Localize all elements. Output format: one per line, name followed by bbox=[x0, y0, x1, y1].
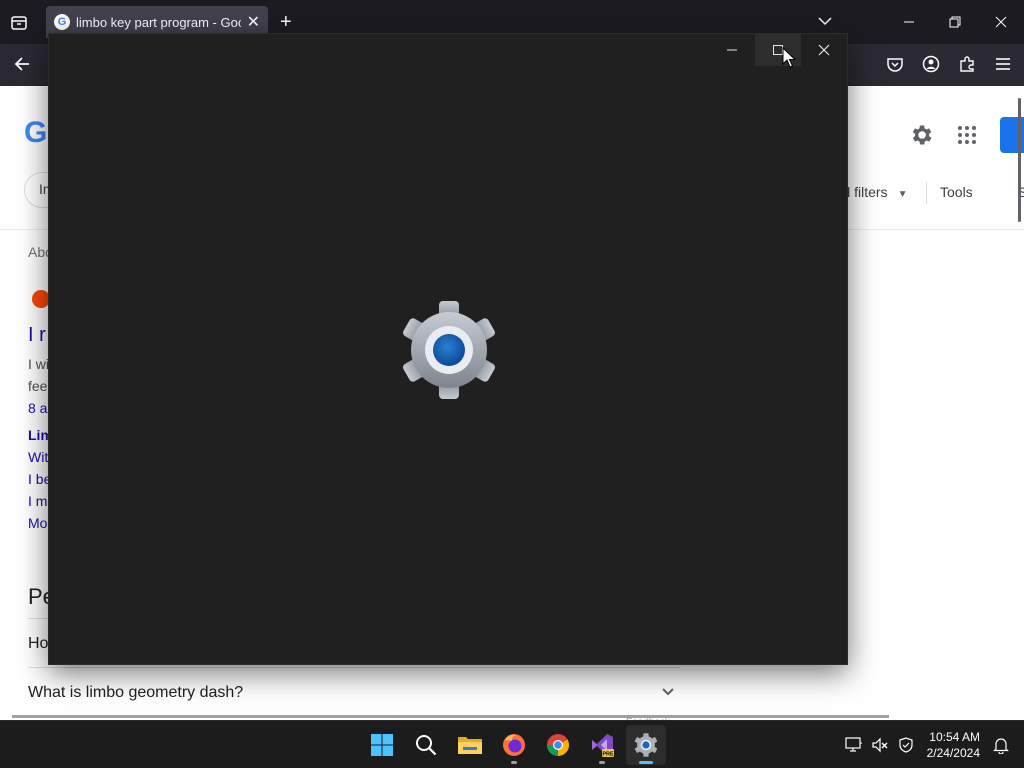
browser-window-controls bbox=[886, 0, 1024, 44]
toolbar-icons bbox=[884, 53, 1014, 75]
pocket-icon[interactable] bbox=[884, 53, 906, 75]
running-indicator bbox=[511, 761, 517, 764]
result-snippet-line: I wi bbox=[28, 356, 49, 372]
more-results-link[interactable]: Mo bbox=[28, 515, 47, 531]
sub-result-link[interactable]: I m bbox=[28, 493, 47, 509]
horizontal-scrollbar[interactable] bbox=[12, 715, 889, 718]
tools-button[interactable]: Tools bbox=[940, 184, 973, 200]
back-arrow-icon[interactable] bbox=[12, 54, 32, 79]
start-button[interactable] bbox=[362, 725, 402, 765]
result-date-link[interactable]: 8 a bbox=[28, 400, 47, 416]
mouse-cursor-icon bbox=[782, 47, 796, 68]
browser-minimize-button[interactable] bbox=[886, 0, 932, 44]
google-apps-grid-icon[interactable] bbox=[956, 124, 978, 151]
running-indicator bbox=[599, 761, 605, 764]
paa-divider bbox=[28, 667, 680, 668]
paa-question[interactable]: Ho bbox=[28, 635, 48, 653]
splash-window-controls bbox=[709, 34, 847, 66]
active-app-indicator bbox=[639, 761, 653, 764]
file-explorer-button[interactable] bbox=[450, 725, 490, 765]
chrome-button[interactable] bbox=[538, 725, 578, 765]
result-title-link[interactable]: I r bbox=[28, 324, 46, 347]
tab-close-button[interactable]: ✕ bbox=[247, 12, 260, 32]
volume-muted-icon[interactable] bbox=[867, 732, 893, 758]
visual-studio-icon: PRE bbox=[592, 734, 614, 758]
security-shield-icon[interactable] bbox=[893, 732, 919, 758]
splash-close-button[interactable] bbox=[801, 34, 847, 66]
clock[interactable]: 10:54 AM 2/24/2024 bbox=[927, 729, 980, 761]
browser-close-button[interactable] bbox=[978, 0, 1024, 44]
windows-start-icon bbox=[371, 734, 393, 756]
splash-minimize-button[interactable] bbox=[709, 34, 755, 66]
settings-gear-icon bbox=[403, 301, 495, 399]
notification-bell-icon[interactable] bbox=[988, 732, 1014, 758]
google-favicon-icon: G bbox=[54, 14, 70, 30]
settings-splash-window bbox=[48, 33, 848, 665]
firefox-icon bbox=[503, 734, 525, 756]
preview-badge: PRE bbox=[602, 752, 614, 758]
chevron-down-icon[interactable] bbox=[660, 684, 676, 705]
extensions-icon[interactable] bbox=[956, 53, 978, 75]
google-logo[interactable]: G bbox=[24, 116, 47, 150]
all-filters-label: ll filters bbox=[844, 184, 888, 200]
caret-down-icon: ▼ bbox=[897, 189, 908, 200]
browser-restore-button[interactable] bbox=[932, 0, 978, 44]
settings-app-button[interactable] bbox=[626, 725, 666, 765]
list-all-tabs-chevron-icon[interactable] bbox=[816, 12, 834, 35]
paa-question[interactable]: What is limbo geometry dash? bbox=[28, 684, 243, 702]
clock-time: 10:54 AM bbox=[929, 730, 980, 744]
vertical-scrollbar[interactable] bbox=[1018, 98, 1021, 222]
result-snippet-line: fee bbox=[28, 378, 48, 394]
filters-divider bbox=[926, 182, 927, 204]
new-tab-button[interactable]: + bbox=[280, 12, 292, 32]
desktop: G limbo key part program - Goog ✕ + G Im… bbox=[0, 0, 1024, 768]
search-icon bbox=[416, 735, 437, 756]
gear-icon bbox=[634, 733, 658, 757]
system-tray: 10:54 AM 2/24/2024 bbox=[841, 721, 1024, 768]
visual-studio-preview-button[interactable]: PRE bbox=[582, 725, 622, 765]
network-icon[interactable] bbox=[841, 732, 867, 758]
firefox-button[interactable] bbox=[494, 725, 534, 765]
tab-title: limbo key part program - Goog bbox=[76, 14, 241, 30]
tab-list-icon[interactable] bbox=[8, 12, 30, 34]
chrome-icon bbox=[547, 734, 569, 756]
account-icon[interactable] bbox=[920, 53, 942, 75]
all-filters-button[interactable]: ll filters ▼ bbox=[844, 184, 907, 200]
folder-icon bbox=[458, 737, 482, 754]
taskbar-apps: PRE bbox=[362, 725, 666, 765]
settings-gear-icon[interactable] bbox=[908, 122, 934, 153]
taskbar: PRE 10:54 AM 2/24/2024 bbox=[0, 720, 1024, 768]
clock-date: 2/24/2024 bbox=[926, 746, 980, 760]
hamburger-menu-icon[interactable] bbox=[992, 53, 1014, 75]
taskbar-search-button[interactable] bbox=[406, 725, 446, 765]
